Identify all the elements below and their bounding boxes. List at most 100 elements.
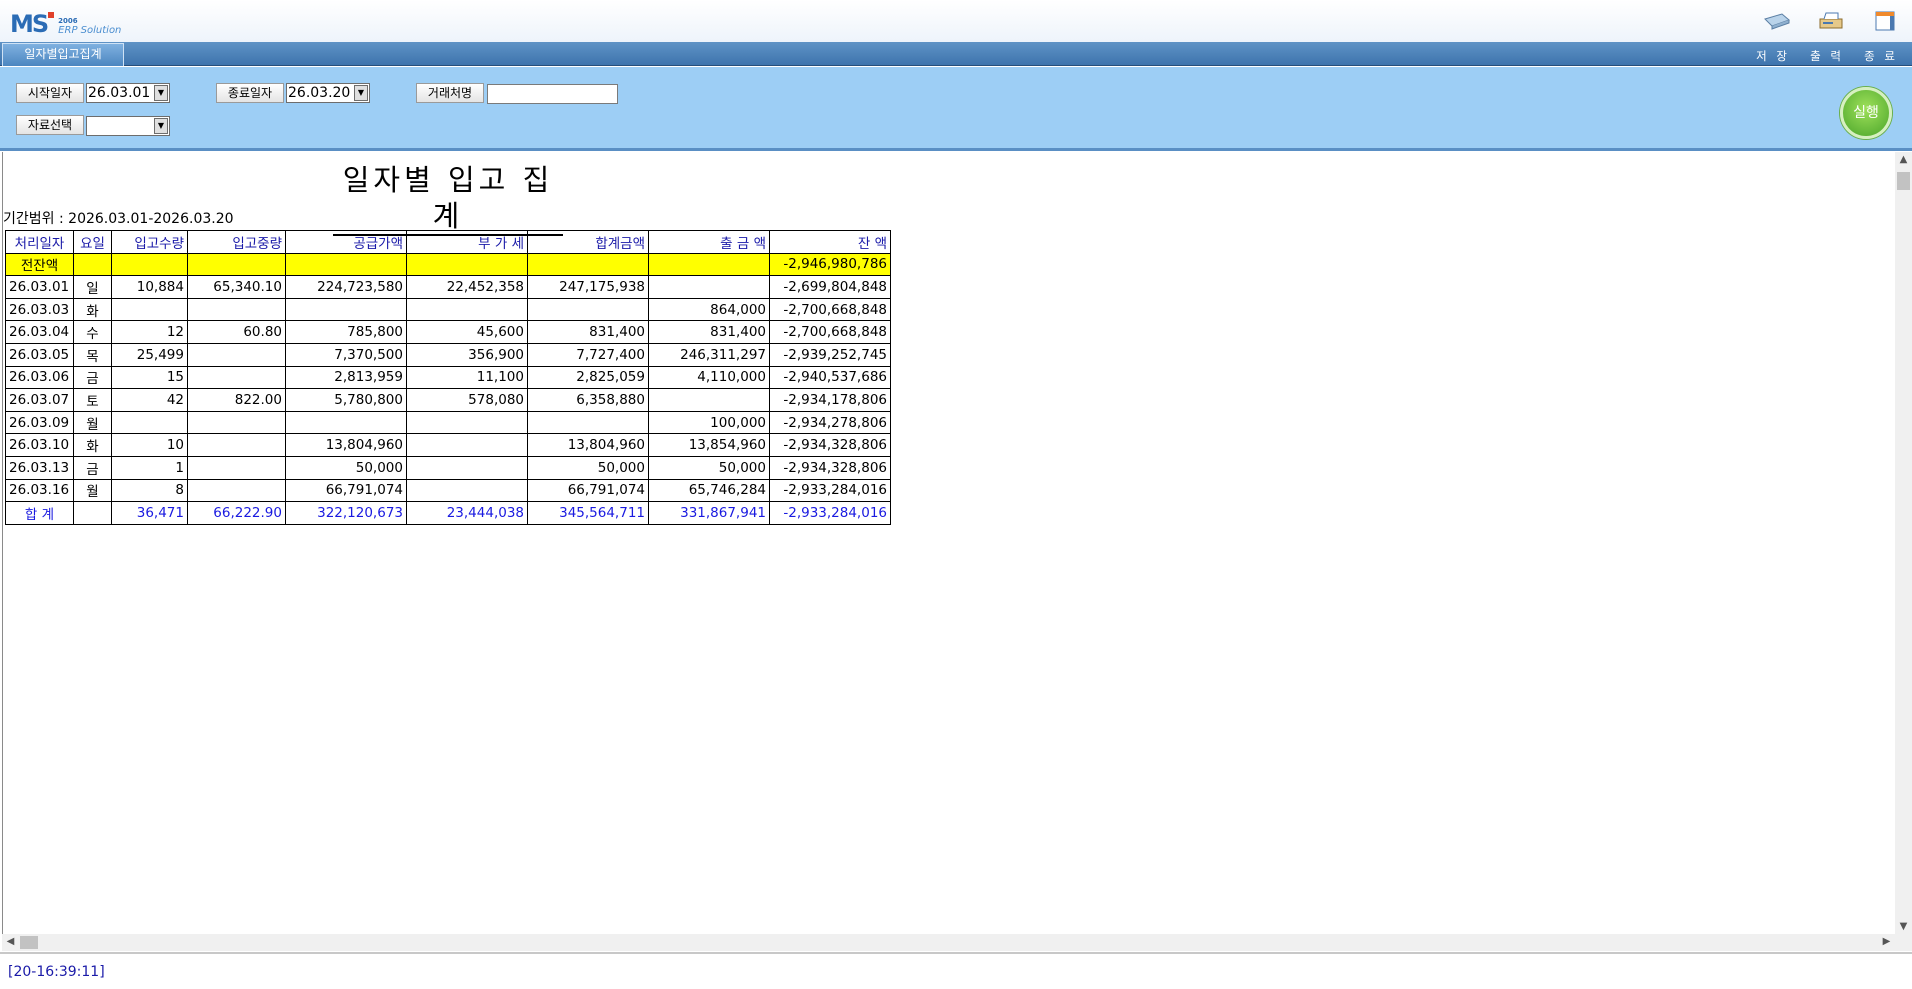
table-cell: 합 계 <box>5 501 74 525</box>
start-date-combo[interactable]: 26.03.01 ▼ <box>86 83 170 103</box>
end-date-combo[interactable]: 26.03.20 ▼ <box>286 83 370 103</box>
table-cell: 45,600 <box>406 320 528 344</box>
table-cell: 66,222.90 <box>187 501 286 525</box>
table-cell: 65,746,284 <box>648 478 770 503</box>
table-cell: 금 <box>73 365 112 390</box>
horizontal-scrollbar[interactable]: ◀ ▶ <box>2 934 1895 951</box>
chevron-down-icon[interactable]: ▼ <box>154 85 168 101</box>
table-cell: -2,940,537,686 <box>769 365 891 390</box>
table-row: 26.03.07 토 42 822.00 5,780,800 578,080 6,358,8… <box>5 388 891 412</box>
total-row: 합 계 36,471 66,222.90 322,120,673 23,444,038 3… <box>5 501 891 525</box>
table-cell <box>187 410 286 435</box>
table-cell: 6,358,880 <box>527 388 649 412</box>
scroll-thumb[interactable] <box>20 936 38 949</box>
table-cell: 36,471 <box>111 501 188 525</box>
table-row: 26.03.05 목 25,499 7,370,500 356,900 7,727,400… <box>5 342 891 367</box>
table-cell <box>527 252 649 277</box>
table-cell <box>111 410 188 435</box>
table-cell <box>648 275 770 299</box>
table-cell: 수 <box>73 320 112 344</box>
table-cell: 864,000 <box>648 297 770 322</box>
table-cell <box>406 252 528 277</box>
table-cell <box>285 252 407 277</box>
table-cell <box>187 433 286 457</box>
table-cell <box>187 297 286 322</box>
scroll-right-icon[interactable]: ▶ <box>1878 936 1895 947</box>
table-cell <box>406 455 528 480</box>
data-select-label[interactable]: 자료선택 <box>16 115 84 135</box>
save-button[interactable]: 저 장 <box>1746 48 1800 64</box>
table-cell: 월 <box>73 410 112 435</box>
table-cell: 8 <box>111 478 188 503</box>
scroll-thumb[interactable] <box>1897 172 1910 190</box>
col-header: 출 금 액 <box>648 230 770 254</box>
table-cell: 금 <box>73 455 112 480</box>
table-cell: 322,120,673 <box>285 501 407 525</box>
tab-daily-receipt-summary[interactable]: 일자별입고집계 <box>2 43 124 66</box>
table-cell: 토 <box>73 388 112 412</box>
table-cell: -2,934,328,806 <box>769 433 891 457</box>
vertical-scrollbar[interactable]: ▲ ▼ <box>1895 152 1912 934</box>
app-logo: MS 2006 ERP Solution <box>10 10 121 36</box>
scroll-down-icon[interactable]: ▼ <box>1895 921 1912 932</box>
table-cell <box>187 365 286 390</box>
table-cell <box>73 252 112 277</box>
app-header: MS 2006 ERP Solution <box>0 0 1912 42</box>
table-cell: -2,933,284,016 <box>769 478 891 503</box>
chevron-down-icon[interactable]: ▼ <box>354 85 368 101</box>
exit-icon[interactable] <box>1858 10 1912 32</box>
table-cell: 345,564,711 <box>527 501 649 525</box>
print-button[interactable]: 출 력 <box>1800 48 1854 64</box>
data-select-combo[interactable]: ▼ <box>86 116 170 136</box>
table-cell: 11,100 <box>406 365 528 390</box>
table-cell: 7,727,400 <box>527 342 649 367</box>
table-cell <box>285 297 407 322</box>
chevron-down-icon[interactable]: ▼ <box>154 118 168 134</box>
end-date-label[interactable]: 종료일자 <box>216 83 284 103</box>
end-date-value: 26.03.20 <box>288 85 351 101</box>
scroll-corner <box>1895 934 1912 951</box>
table-cell: 26.03.06 <box>5 365 74 390</box>
table-cell: 785,800 <box>285 320 407 344</box>
table-cell: -2,933,284,016 <box>769 501 891 525</box>
table-cell: 22,452,358 <box>406 275 528 299</box>
table-cell: 5,780,800 <box>285 388 407 412</box>
opening-balance-row: 전잔액 -2,946,980,786 <box>5 252 891 277</box>
scroll-left-icon[interactable]: ◀ <box>2 936 19 947</box>
save-icon[interactable] <box>1750 10 1804 32</box>
status-bar: [20-16:39:11] <box>0 952 1912 989</box>
table-cell: 15 <box>111 365 188 390</box>
table-cell: 1 <box>111 455 188 480</box>
table-cell: 12 <box>111 320 188 344</box>
col-header: 부 가 세 <box>406 230 528 254</box>
table-cell: -2,939,252,745 <box>769 342 891 367</box>
table-cell: 화 <box>73 433 112 457</box>
table-cell: 26.03.04 <box>5 320 74 344</box>
table-cell: -2,934,178,806 <box>769 388 891 412</box>
table-cell: 23,444,038 <box>406 501 528 525</box>
start-date-label[interactable]: 시작일자 <box>16 83 84 103</box>
table-cell: 65,340.10 <box>187 275 286 299</box>
table-cell: 26.03.13 <box>5 455 74 480</box>
table-cell: 7,370,500 <box>285 342 407 367</box>
vendor-label[interactable]: 거래처명 <box>416 83 484 103</box>
scroll-up-icon[interactable]: ▲ <box>1895 154 1912 165</box>
col-header: 합계금액 <box>527 230 649 254</box>
period-range: 기간범위 : 2026.03.01-2026.03.20 <box>3 211 234 227</box>
vendor-input[interactable] <box>487 84 618 104</box>
exit-button[interactable]: 종 료 <box>1854 48 1908 64</box>
period-value: 2026.03.01-2026.03.20 <box>68 211 234 227</box>
table-cell <box>187 478 286 503</box>
summary-table: 처리일자 요일 입고수량 입고중량 공급가액 부 가 세 합계금액 출 금 액 … <box>5 230 891 525</box>
table-cell: 50,000 <box>527 455 649 480</box>
table-cell: 831,400 <box>527 320 649 344</box>
print-icon[interactable] <box>1804 10 1858 32</box>
table-cell: 822.00 <box>187 388 286 412</box>
table-cell: -2,700,668,848 <box>769 320 891 344</box>
logo-mark: MS <box>10 12 55 36</box>
table-cell: -2,700,668,848 <box>769 297 891 322</box>
run-button[interactable]: 실행 <box>1840 87 1892 139</box>
table-cell: 2,813,959 <box>285 365 407 390</box>
table-cell <box>648 388 770 412</box>
table-cell: -2,934,278,806 <box>769 410 891 435</box>
